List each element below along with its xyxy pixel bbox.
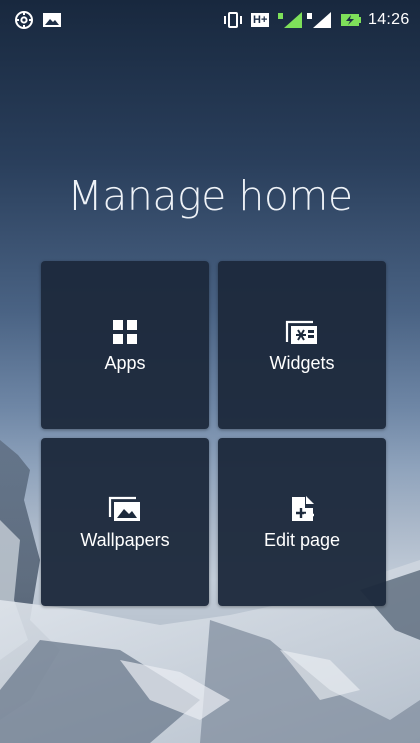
widgets-button[interactable]: Widgets xyxy=(218,261,386,429)
apps-grid-icon xyxy=(41,317,209,347)
edit-page-icon xyxy=(218,494,386,524)
widgets-icon xyxy=(218,317,386,347)
battery-charging-icon xyxy=(340,0,362,40)
image-notification-icon xyxy=(42,0,62,40)
settings-icon xyxy=(14,0,34,40)
signal-sim1-icon xyxy=(278,0,304,40)
widgets-label: Widgets xyxy=(269,353,335,373)
signal-sim2-icon xyxy=(307,0,333,40)
status-bar: H+ 14:26 xyxy=(0,0,420,40)
vibrate-icon xyxy=(222,0,244,40)
home-screen: H+ 14:26 Manage home Apps Widgets Wallpa… xyxy=(0,0,420,743)
edit-page-button[interactable]: Edit page xyxy=(218,438,386,606)
wallpapers-label: Wallpapers xyxy=(80,530,170,550)
network-type-label: H+ xyxy=(251,13,270,27)
apps-button[interactable]: Apps xyxy=(41,261,209,429)
wallpapers-icon xyxy=(41,494,209,524)
apps-label: Apps xyxy=(104,353,146,373)
page-title: Manage home xyxy=(67,172,353,220)
network-h-plus-icon: H+ xyxy=(251,0,270,40)
wallpapers-button[interactable]: Wallpapers xyxy=(41,438,209,606)
clock: 14:26 xyxy=(368,11,410,28)
edit-page-label: Edit page xyxy=(263,530,341,550)
